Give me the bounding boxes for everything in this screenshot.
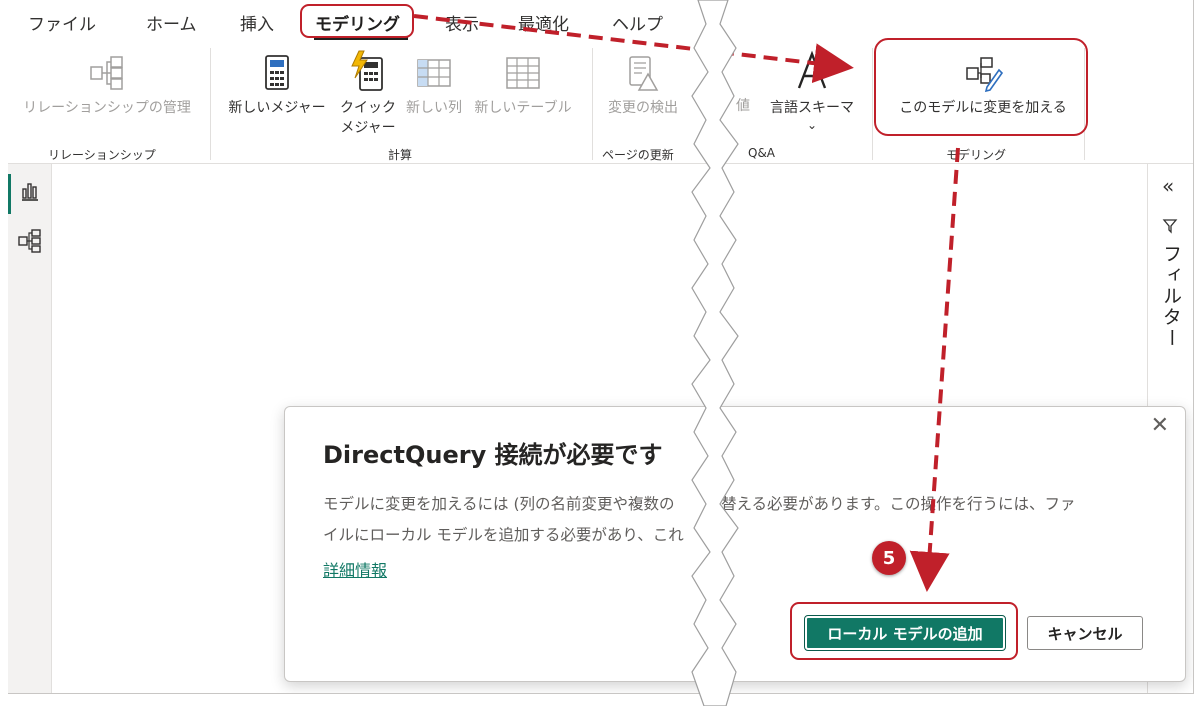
step-number-badge: 5 — [872, 541, 906, 575]
annotation-arrows — [413, 14, 960, 592]
arrow-button-to-dialog — [909, 147, 960, 592]
arrow-tab-to-button — [413, 14, 854, 84]
torn-edge-divider — [691, 0, 739, 706]
